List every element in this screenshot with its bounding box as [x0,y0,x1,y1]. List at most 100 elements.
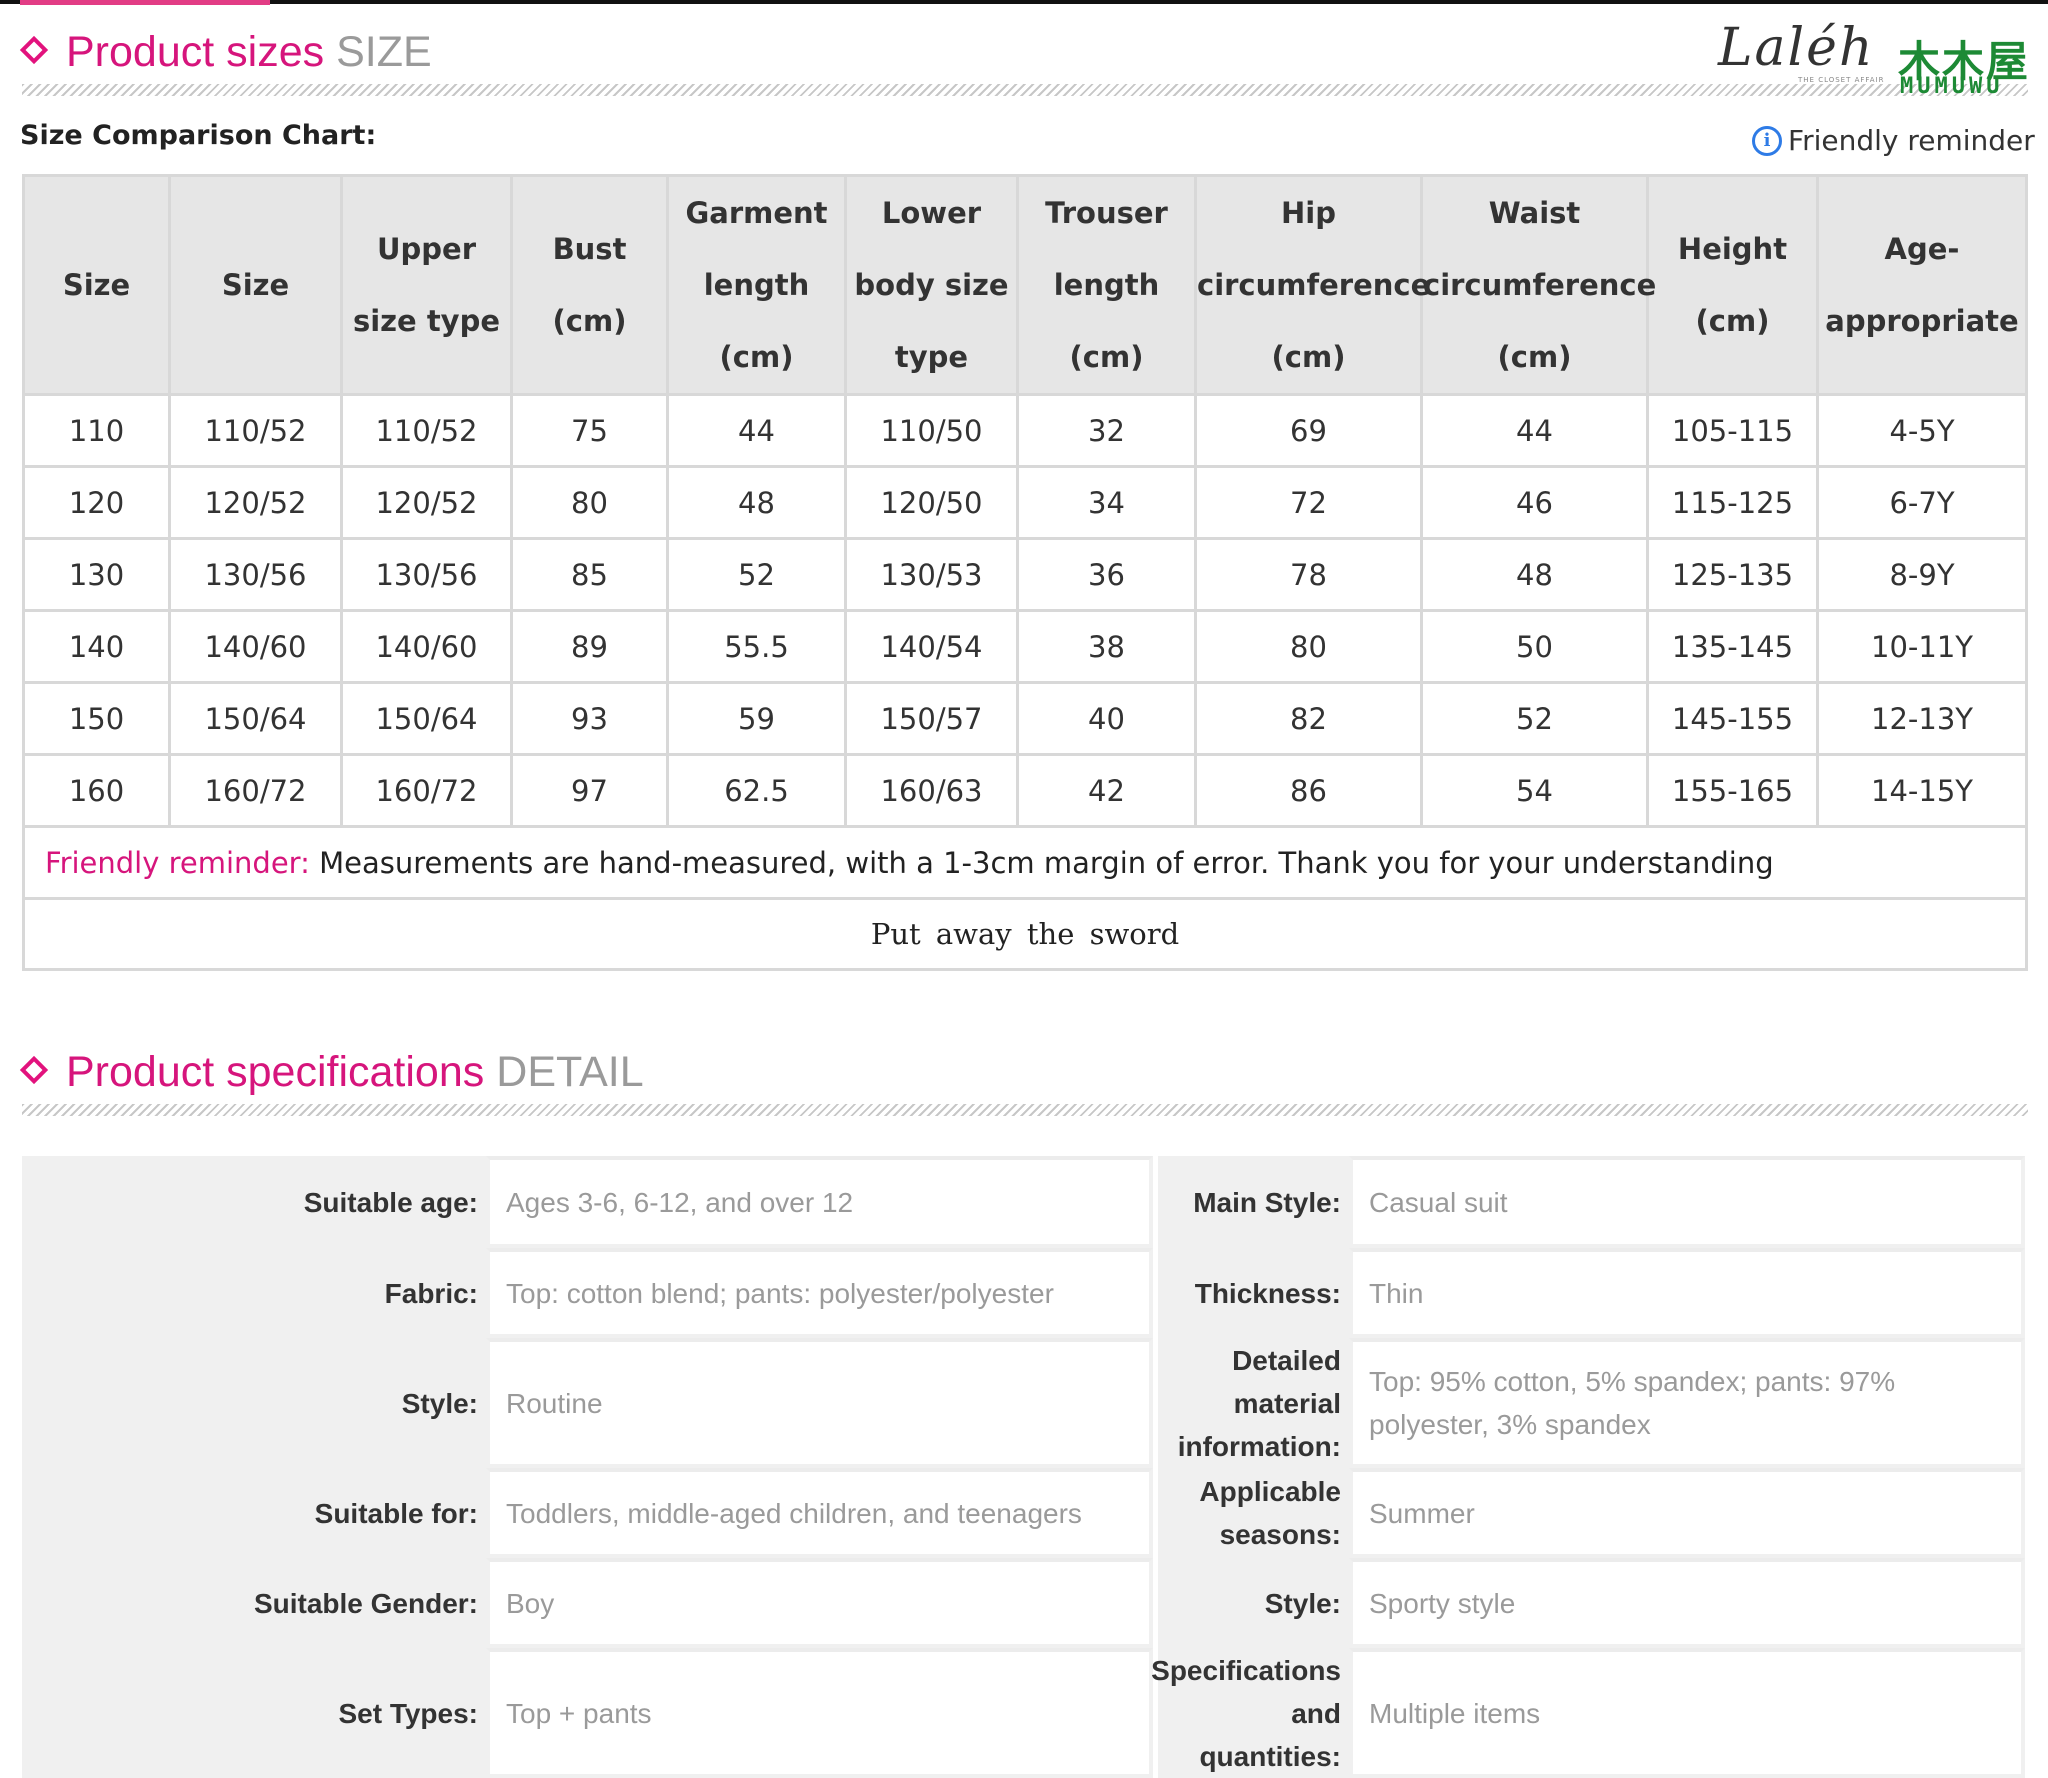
size-table-cell: 145-155 [1646,681,1819,756]
size-table-cell: 150/57 [844,681,1019,756]
size-table-cell: 140 [22,609,171,684]
size-table-cell: 38 [1016,609,1197,684]
size-table-cell: 42 [1016,753,1197,828]
size-table-cell: 160 [22,753,171,828]
size-table-header-row: Size Size Upper size type Bust (cm) Garment … [22,174,2028,396]
spec-label-text: Specifications and quantities: [1151,1654,1341,1772]
spec-value-text: Sporty style [1369,1587,1516,1619]
spec-label-text: Main Style: [1193,1186,1341,1218]
logo-tagline: THE CLOSET AFFAIR [1798,76,1885,84]
size-table-row: 160 160/72 160/72 97 62.5 160/63 42 86 54 155-165… [22,753,2028,828]
size-table-cell: 110/52 [168,393,343,468]
spec-label: Style: [1153,1558,1349,1648]
spec-label-text: Style: [401,1387,478,1419]
size-table-cell: 130 [22,537,171,612]
size-table-cell: 86 [1194,753,1423,828]
diamond-bullet-icon [19,35,49,65]
size-comparison-table: Size Size Upper size type Bust (cm) Garment … [22,174,2028,971]
spec-value: Boy [486,1558,1153,1648]
size-table-cell: 44 [1420,393,1649,468]
size-table-cell: 160/72 [340,753,513,828]
size-table-cell: 85 [510,537,669,612]
spec-section-divider [22,1104,2028,1116]
spec-value: Multiple items [1349,1648,2025,1778]
spec-section-title-en: DETAIL [496,1048,644,1096]
size-table-cell: 10-11Y [1816,609,2028,684]
spec-value: Sporty style [1349,1558,2025,1648]
spec-section-heading: Product specifications DETAIL [19,1048,644,1097]
size-table-header-cell: Size [22,174,171,396]
spec-label: Main Style: [1153,1156,1349,1248]
note-label: Friendly reminder: [45,845,310,880]
size-table-cell: 130/53 [844,537,1019,612]
size-table-header-cell: Trouser length (cm) [1016,174,1197,396]
info-icon: i [1752,125,1782,156]
size-table-cell: 80 [510,465,669,540]
spec-label-text: Set Types: [338,1697,478,1729]
size-table-header-cell: Hip circumference (cm) [1194,174,1430,396]
size-table-row: 120 120/52 120/52 80 48 120/50 34 72 46 115-125 6-… [22,465,2028,540]
size-table-cell: 110 [22,393,171,468]
size-table-cell: 110/50 [844,393,1019,468]
size-table-cell: 46 [1420,465,1649,540]
size-table-cell: 32 [1016,393,1197,468]
measurement-note: Friendly reminder: Measurements are hand… [22,825,2028,900]
size-table-row: 130 130/56 130/56 85 52 130/53 36 78 48 125-135 8-… [22,537,2028,612]
size-table-row: 140 140/60 140/60 89 55.5 140/54 38 80 50 135-145… [22,609,2028,684]
diamond-bullet-icon [19,1055,49,1085]
size-table-cell: 54 [1420,753,1649,828]
logo-english-text: MUMUWU [1900,74,2004,99]
size-table-cell: 140/60 [168,609,343,684]
spec-label-text: Style: [1264,1587,1341,1619]
size-table-cell: 55.5 [666,609,847,684]
size-table-cell: 52 [666,537,847,612]
size-table-cell: 48 [1420,537,1649,612]
size-table-cell: 155-165 [1646,753,1819,828]
spec-value: Routine [486,1338,1153,1468]
size-table-header-cell: Lower body size type [844,174,1019,396]
size-section-heading: Product sizes SIZE [19,28,432,77]
size-table-footer-row: Put away the sword [22,897,2028,971]
spec-label: Specifications and quantities: [1151,1648,1349,1778]
size-table-cell: 97 [510,753,669,828]
size-table-cell: 78 [1194,537,1423,612]
logo-script-text: Laléh [1718,18,1875,78]
size-table-cell: 120/52 [168,465,343,540]
spec-label: Applicable seasons: [1153,1468,1349,1558]
spec-label: Set Types: [22,1648,486,1778]
size-table-cell: 12-13Y [1816,681,2028,756]
size-table-cell: 150/64 [340,681,513,756]
spec-value-text: Casual suit [1369,1186,1508,1218]
spec-value-text: Toddlers, middle-aged children, and teen… [506,1497,1082,1529]
size-table-cell: 59 [666,681,847,756]
size-table-cell: 34 [1016,465,1197,540]
spec-value-text: Thin [1369,1277,1424,1309]
size-table-cell: 120/50 [844,465,1019,540]
spec-value-text: Summer [1369,1497,1475,1529]
spec-label-text: Suitable for: [314,1497,478,1529]
size-section-title: Product sizes [66,28,325,76]
size-table-cell: 36 [1016,537,1197,612]
spec-section-title: Product specifications [66,1048,485,1096]
size-table-cell: 110/52 [340,393,513,468]
spec-value: Top + pants [486,1648,1153,1778]
brand-logo: Laléh THE CLOSET AFFAIR 木木屋 MUMUWU [1718,6,2034,99]
size-table-cell: 14-15Y [1816,753,2028,828]
size-table-cell: 140/60 [340,609,513,684]
size-table-cell: 4-5Y [1816,393,2028,468]
size-table-header-cell: Size [168,174,343,396]
size-table-cell: 140/54 [844,609,1019,684]
spec-value-text: Routine [506,1387,603,1419]
size-table-cell: 50 [1420,609,1649,684]
size-table-cell: 75 [510,393,669,468]
size-table-header-cell: Age-appropriate [1816,174,2028,396]
spec-label-text: Suitable Gender: [253,1587,478,1619]
spec-value: Top: cotton blend; pants: polyester/poly… [486,1248,1153,1338]
friendly-reminder-link[interactable]: i Friendly reminder [1752,124,2035,157]
size-table-cell: 82 [1194,681,1423,756]
size-table-cell: 135-145 [1646,609,1819,684]
size-table-cell: 69 [1194,393,1423,468]
size-table-cell: 130/56 [340,537,513,612]
spec-value-text: Top: cotton blend; pants: polyester/poly… [506,1277,1054,1309]
size-table-cell: 130/56 [168,537,343,612]
